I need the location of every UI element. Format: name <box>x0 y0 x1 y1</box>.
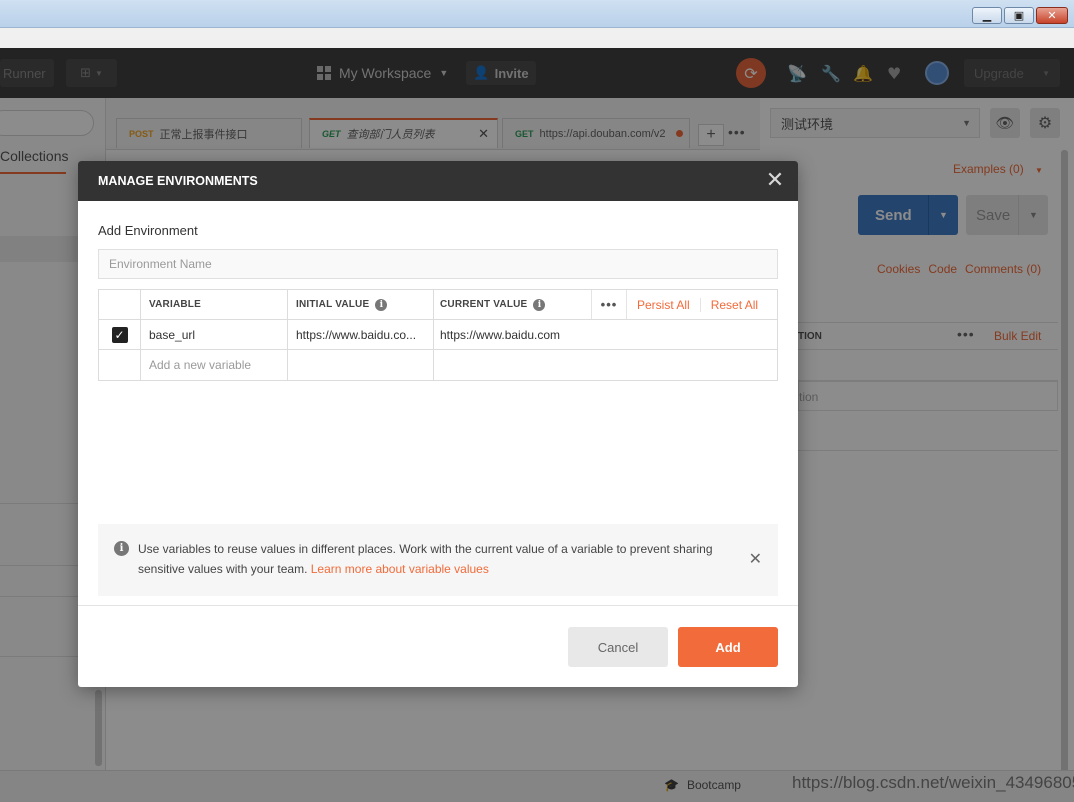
learn-more-link[interactable]: Learn more about variable values <box>311 562 489 576</box>
new-initial-value-input[interactable] <box>288 350 434 380</box>
menu-bar <box>0 28 1074 48</box>
divider <box>78 605 798 606</box>
close-icon[interactable]: ✕ <box>764 170 786 192</box>
section-title: Add Environment <box>98 223 198 238</box>
window-close-icon[interactable]: ✕ <box>1036 7 1068 24</box>
current-value-cell[interactable]: https://www.baidu.com <box>440 328 560 342</box>
header-actions: ••• Persist All Reset All <box>591 290 768 319</box>
minimize-icon[interactable]: ▁ <box>972 7 1002 24</box>
initial-value-column-header: INITIAL VALUE <box>296 299 370 310</box>
maximize-icon[interactable]: ▣ <box>1004 7 1034 24</box>
manage-environments-modal: MANAGE ENVIRONMENTS ✕ Add Environment VA… <box>78 161 798 687</box>
variable-name-cell[interactable]: base_url <box>149 328 195 342</box>
select-column-header <box>99 290 141 319</box>
info-banner: i Use variables to reuse values in diffe… <box>98 524 778 596</box>
window-controls: ▁ ▣ ✕ <box>972 7 1068 24</box>
new-variable-input[interactable]: Add a new variable <box>149 358 251 372</box>
persist-all-link[interactable]: Persist All <box>627 298 700 312</box>
cancel-button[interactable]: Cancel <box>568 627 668 667</box>
info-icon: i <box>114 541 129 556</box>
current-value-column-header: CURRENT VALUE <box>440 299 528 310</box>
info-icon[interactable]: i <box>375 298 388 311</box>
empty-cell <box>99 350 141 380</box>
more-icon[interactable]: ••• <box>591 290 627 319</box>
initial-value-cell[interactable]: https://www.baidu.co... <box>296 328 416 342</box>
new-current-value-input[interactable] <box>434 350 777 380</box>
add-button[interactable]: Add <box>678 627 778 667</box>
row-checkbox[interactable]: ✓ <box>111 326 128 343</box>
watermark: https://blog.csdn.net/weixin_43496805 <box>792 773 1074 792</box>
table-header-row: VARIABLE INITIAL VALUE i CURRENT VALUE i… <box>99 290 777 320</box>
variables-table: VARIABLE INITIAL VALUE i CURRENT VALUE i… <box>98 289 778 381</box>
table-row: ✓ base_url https://www.baidu.co... https… <box>99 320 777 350</box>
modal-header: MANAGE ENVIRONMENTS ✕ <box>78 161 798 201</box>
reset-all-link[interactable]: Reset All <box>701 298 768 312</box>
close-icon[interactable]: ✕ <box>749 549 762 568</box>
info-icon[interactable]: i <box>533 298 546 311</box>
environment-name-input[interactable] <box>98 249 778 279</box>
info-text: Use variables to reuse values in differe… <box>138 542 713 576</box>
variable-column-header: VARIABLE <box>149 299 201 310</box>
modal-title: MANAGE ENVIRONMENTS <box>98 174 258 188</box>
new-variable-row: Add a new variable <box>99 350 777 380</box>
window-titlebar: ▁ ▣ ✕ <box>0 0 1074 28</box>
